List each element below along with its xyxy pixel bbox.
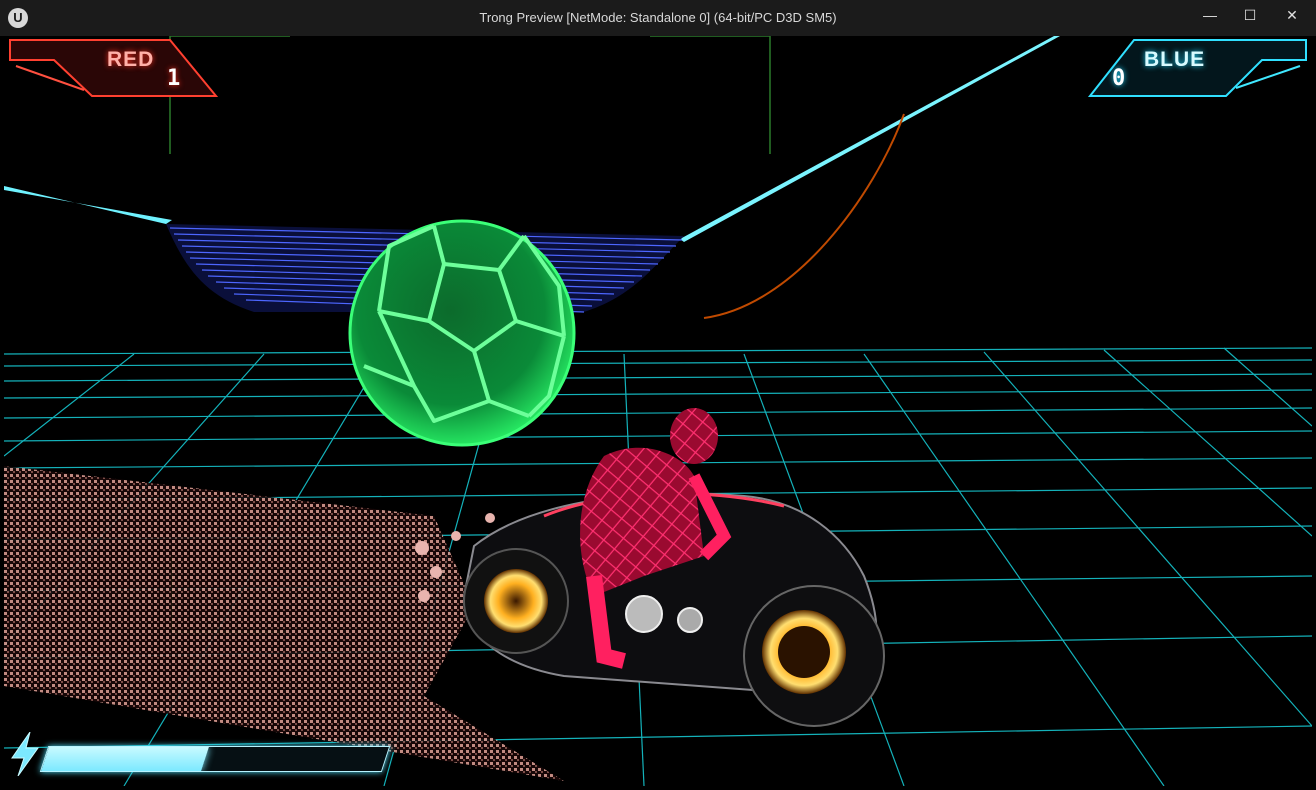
lightning-bolt-icon (11, 732, 39, 776)
blue-team-score: 0 (1112, 66, 1126, 91)
maximize-button[interactable]: ☐ (1228, 0, 1272, 30)
close-button[interactable]: ✕ (1270, 0, 1314, 30)
boost-meter (10, 730, 391, 776)
minimize-button[interactable]: — (1188, 0, 1232, 30)
blue-team-label: BLUE (1144, 48, 1206, 71)
boost-bar-fill (41, 747, 209, 771)
game-viewport[interactable]: RED 1 BLUE 0 (4, 36, 1312, 786)
blue-team-score-panel: BLUE 0 (1086, 36, 1312, 100)
soccer-ball (348, 219, 576, 447)
boost-bar-track (39, 746, 391, 772)
window-title: Trong Preview [NetMode: Standalone 0] (6… (479, 10, 837, 25)
red-team-label: RED (107, 48, 155, 71)
window-titlebar: U Trong Preview [NetMode: Standalone 0] … (0, 0, 1316, 36)
game-scene (4, 36, 1312, 786)
red-team-score: 1 (167, 66, 181, 91)
red-team-score-panel: RED 1 (4, 36, 220, 100)
